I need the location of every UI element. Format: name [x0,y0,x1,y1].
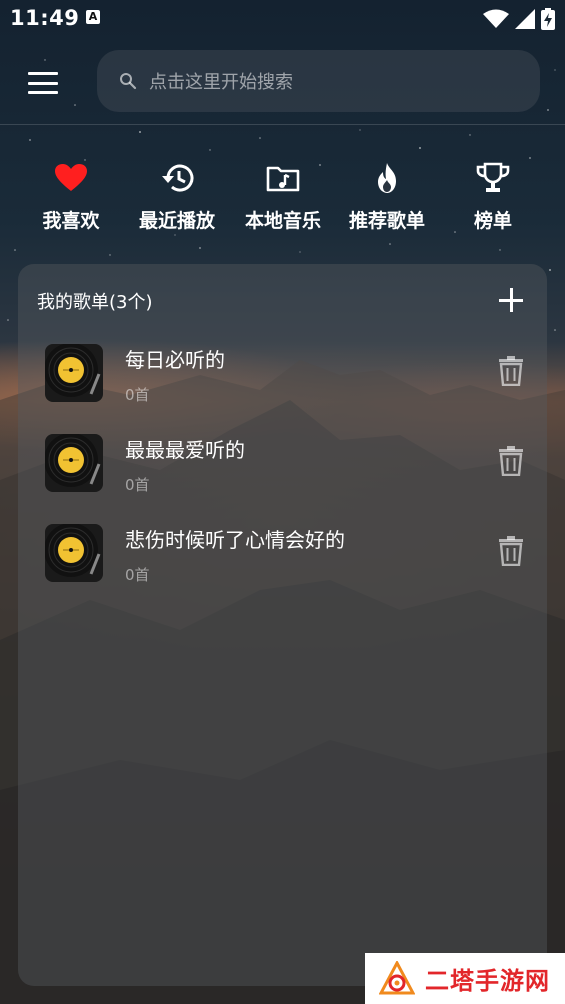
my-playlists-panel: 我的歌单(3个) 每日必听的 0首 最最最爱听的 0首 悲伤时候听了心情会好的 … [18,264,547,986]
cellular-signal-icon [515,9,535,29]
add-playlist-icon[interactable] [499,288,523,312]
nav-favorites[interactable]: 我喜欢 [16,160,126,233]
playlist-item[interactable]: 每日必听的 0首 [18,344,547,424]
wifi-icon [483,9,509,28]
site-watermark: 二塔手游网 [365,953,565,1004]
trash-icon[interactable] [499,356,523,386]
nav-label: 推荐歌单 [348,210,425,232]
flame-icon [378,163,396,193]
trash-icon[interactable] [499,446,523,476]
nav-local-music[interactable]: 本地音乐 [228,160,338,233]
trash-icon[interactable] [499,536,523,566]
playlist-name: 每日必听的 [125,348,225,372]
nav-recommended[interactable]: 推荐歌单 [332,160,442,233]
vinyl-record-icon [45,344,103,402]
hamburger-menu-icon[interactable] [28,72,58,94]
music-folder-icon [266,166,300,192]
vinyl-record-icon [45,524,103,582]
nav-charts[interactable]: 榜单 [438,160,548,233]
watermark-logo-icon [379,960,415,994]
nav-label: 榜单 [473,210,512,232]
playlist-count: 0首 [125,566,150,584]
status-time: 11:49 [10,6,80,30]
header-divider [0,124,565,125]
watermark-text: 二塔手游网 [425,967,550,995]
playlist-item[interactable]: 悲伤时候听了心情会好的 0首 [18,524,547,604]
search-input[interactable]: 点击这里开始搜索 [149,68,293,94]
trophy-icon [476,162,510,192]
history-icon [162,164,194,192]
search-icon [120,73,137,90]
heart-icon [55,164,87,191]
nav-label: 我喜欢 [42,210,100,232]
playlist-count: 0首 [125,476,150,494]
nav-recent[interactable]: 最近播放 [122,160,232,233]
battery-icon [541,8,555,30]
vinyl-record-icon [45,434,103,492]
playlist-name: 悲伤时候听了心情会好的 [125,528,345,552]
status-bar: 11:49 A [0,0,565,38]
panel-title: 我的歌单(3个) [37,292,153,313]
playlist-count: 0首 [125,386,150,404]
playlist-item[interactable]: 最最最爱听的 0首 [18,434,547,514]
playlist-name: 最最最爱听的 [125,438,245,462]
nav-label: 最近播放 [138,210,215,232]
quick-nav: 我喜欢 最近播放 本地音乐 推荐歌单 榜单 [0,160,565,240]
search-bar[interactable]: 点击这里开始搜索 [97,50,540,112]
nav-label: 本地音乐 [244,210,321,232]
notification-a-icon: A [86,10,100,24]
top-bar: 点击这里开始搜索 [0,50,565,114]
system-status-icons [483,8,555,30]
